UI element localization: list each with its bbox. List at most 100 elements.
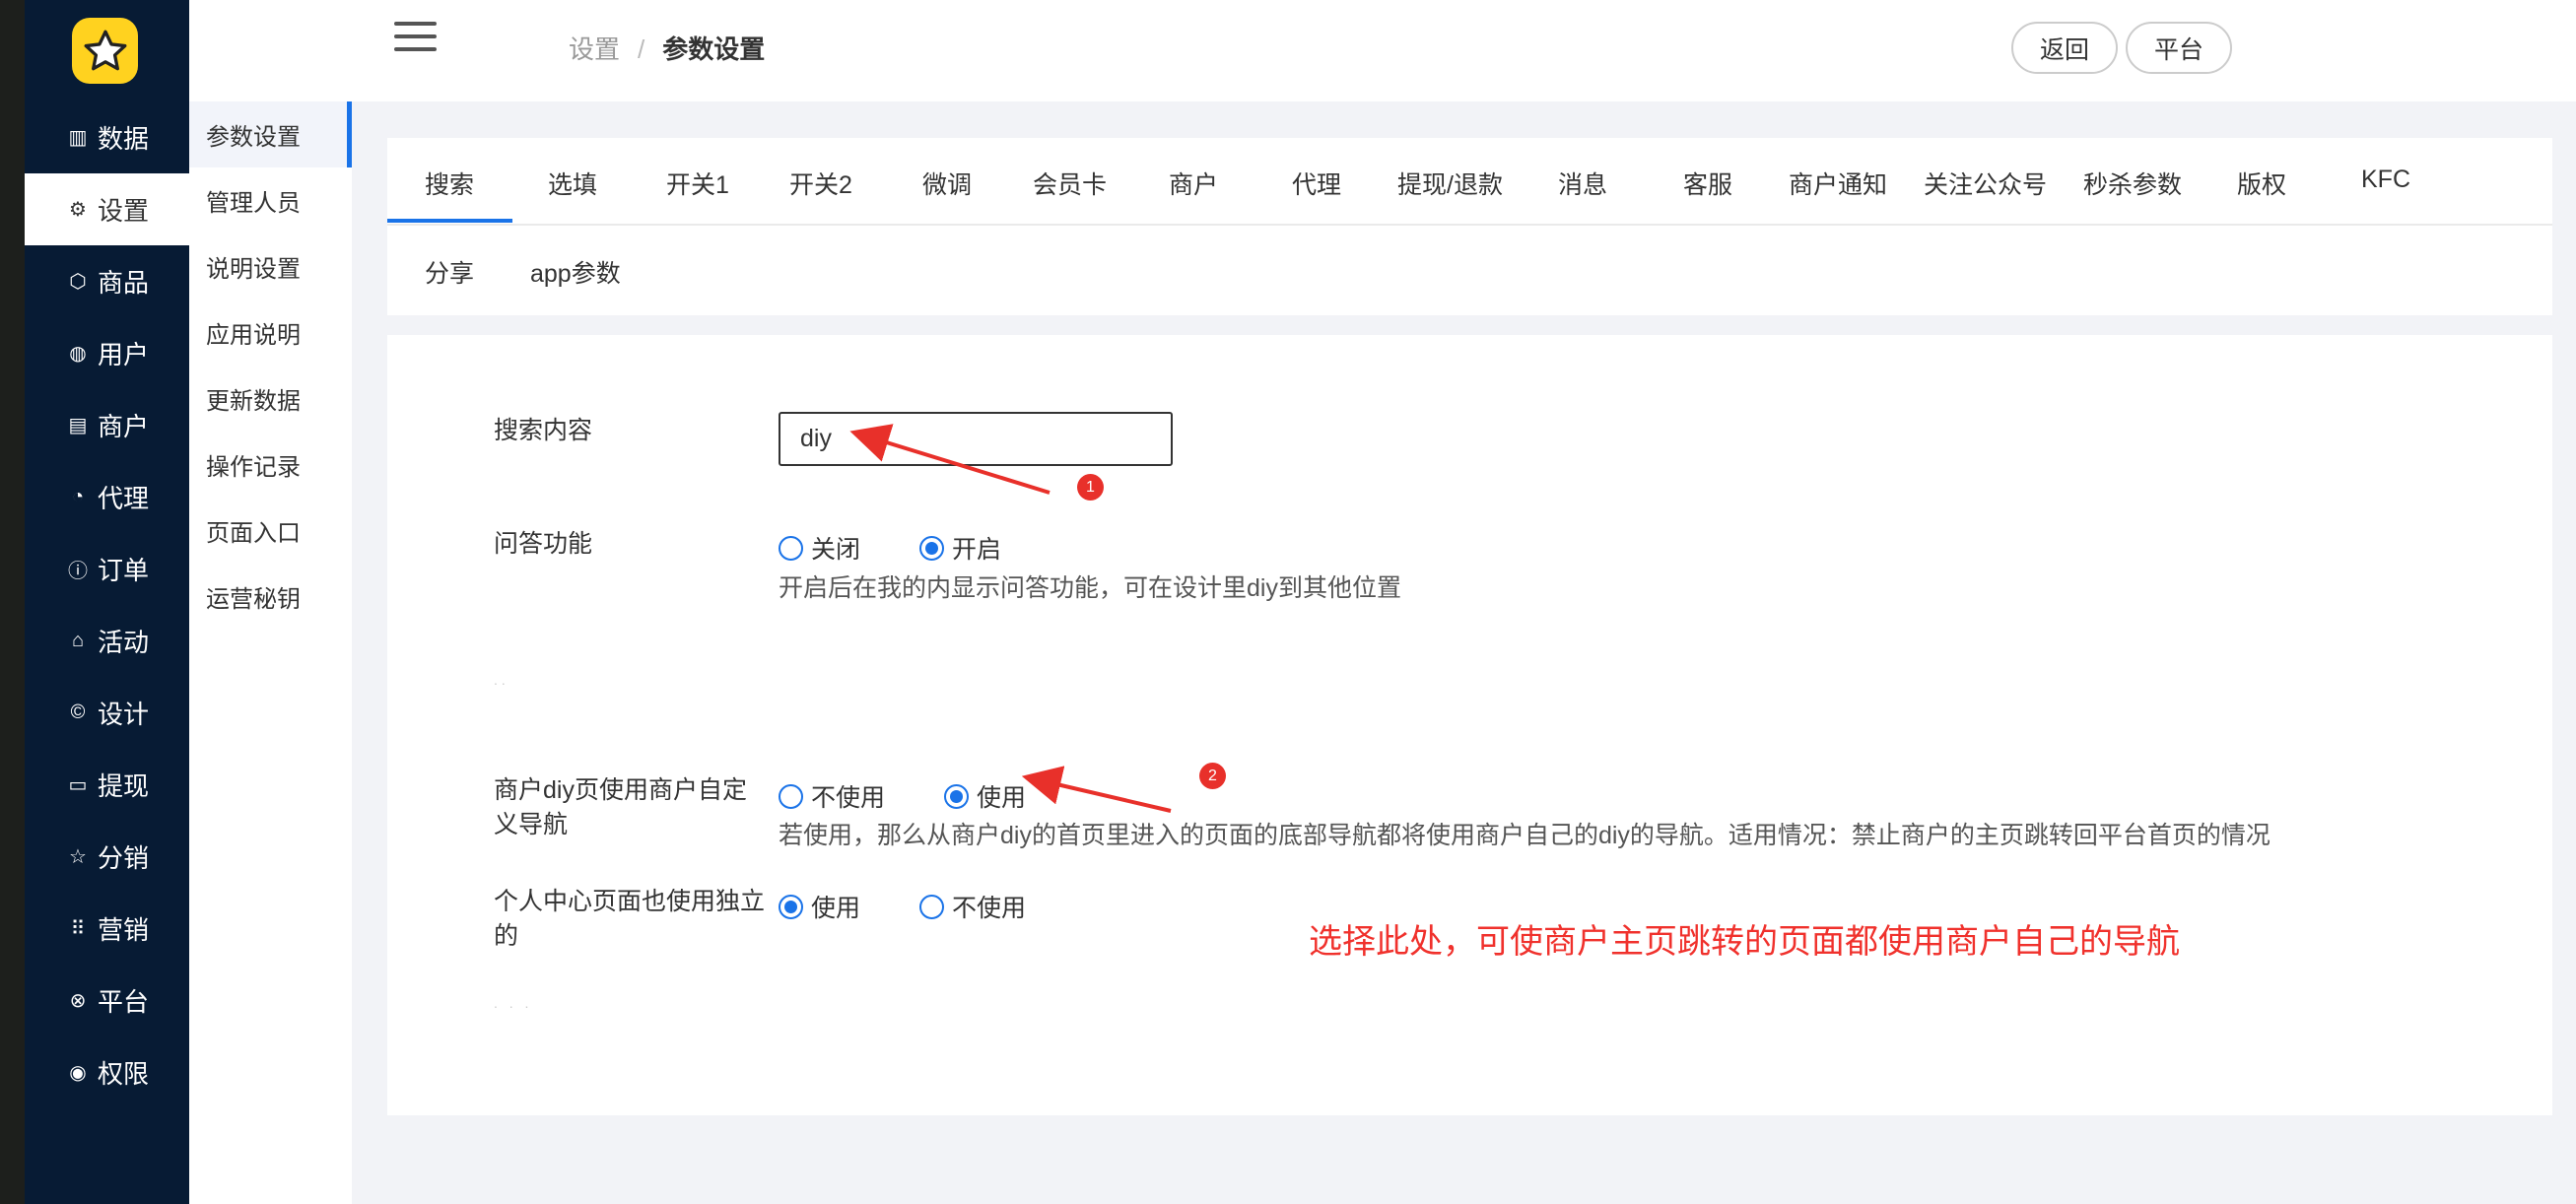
tab-fine-tune[interactable]: 微调 xyxy=(922,166,972,201)
sidebar-item-label: 提现 xyxy=(98,771,150,801)
window-edge xyxy=(0,0,25,1204)
radio-checked-icon xyxy=(944,783,969,809)
subnav-item-update-data[interactable]: 更新数据 xyxy=(189,366,352,432)
tab-withdraw-refund[interactable]: 提现/退款 xyxy=(1397,166,1503,201)
sidebar-item-agent[interactable]: ◔ 代理 xyxy=(25,461,189,533)
sidebar-item-goods[interactable]: ⬡ 商品 xyxy=(25,245,189,317)
copyright-icon: © xyxy=(70,702,86,723)
tab-merchant-notice[interactable]: 商户通知 xyxy=(1789,166,1887,201)
tab-customer-service[interactable]: 客服 xyxy=(1683,166,1732,201)
breadcrumb-separator: / xyxy=(638,34,645,64)
sidebar-item-label: 设置 xyxy=(98,196,150,226)
top-bar: 设置 / 参数设置 返回 平台 xyxy=(352,0,2576,101)
subnav-item-params[interactable]: 参数设置 xyxy=(189,101,352,167)
merchant-nav-label: 商户diy页使用商户自定义导航 xyxy=(494,776,747,838)
sidebar-item-orders[interactable]: ⓘ 订单 xyxy=(25,533,189,605)
tab-agent[interactable]: 代理 xyxy=(1292,166,1341,201)
merchant-nav-on-radio[interactable]: 使用 xyxy=(944,778,1026,814)
sidebar-item-merchant[interactable]: ▤ 商户 xyxy=(25,389,189,461)
platform-button[interactable]: 平台 xyxy=(2126,22,2233,74)
tag-icon: ⌂ xyxy=(71,630,85,651)
radio-unchecked-icon xyxy=(779,783,803,809)
tab-kfc[interactable]: KFC xyxy=(2361,166,2410,194)
radio-checked-icon xyxy=(919,535,944,561)
sidebar-item-platform[interactable]: ⊗ 平台 xyxy=(25,965,189,1037)
sidebar-item-distribution[interactable]: ☆ 分销 xyxy=(25,821,189,893)
compass-icon: ◉ xyxy=(69,1062,87,1084)
box-icon: ⬡ xyxy=(69,271,87,293)
qa-on-radio[interactable]: 开启 xyxy=(919,530,1001,566)
app-logo xyxy=(72,18,138,84)
sidebar-item-label: 用户 xyxy=(98,340,150,369)
subnav-item-page-entry[interactable]: 页面入口 xyxy=(189,498,352,564)
sidebar-item-users[interactable]: ◍ 用户 xyxy=(25,317,189,389)
tab-follow-account[interactable]: 关注公众号 xyxy=(1924,166,2047,201)
tab-flash-sale[interactable]: 秒杀参数 xyxy=(2083,166,2182,201)
merchant-nav-hint: 若使用，那么从商户diy的首页里进入的页面的底部导航都将使用商户自己的diy的导… xyxy=(779,822,2271,849)
active-tab-indicator xyxy=(387,219,512,223)
merchant-nav-off-radio[interactable]: 不使用 xyxy=(779,778,885,814)
annotation-marker-2: 2 xyxy=(1199,763,1226,789)
settings-tabs: 搜索 选填 开关1 开关2 微调 会员卡 商户 代理 提现/退款 消息 客服 商… xyxy=(387,138,2552,315)
breadcrumb-current: 参数设置 xyxy=(662,34,766,64)
qa-feature-label: 问答功能 xyxy=(494,530,593,558)
tab-messages[interactable]: 消息 xyxy=(1558,166,1607,201)
sidebar-item-label: 活动 xyxy=(98,628,150,657)
main-sidebar: ▥ 数据 ⚙ 设置 ⬡ 商品 ◍ 用户 ▤ 商户 ◔ 代理 ⓘ 订单 ⌂ 活动 © 设计 ▭ 提现 … xyxy=(25,0,189,1204)
sidebar-item-activity[interactable]: ⌂ 活动 xyxy=(25,605,189,677)
sidebar-item-label: 营销 xyxy=(98,915,150,945)
faint-dots: . . . xyxy=(494,995,533,1011)
menu-toggle-icon[interactable] xyxy=(394,22,437,53)
sidebar-item-label: 分销 xyxy=(98,843,150,873)
tab-switch-1[interactable]: 开关1 xyxy=(666,166,729,201)
subnav-item-logs[interactable]: 操作记录 xyxy=(189,432,352,498)
personal-center-on-radio[interactable]: 使用 xyxy=(779,889,860,924)
tab-optional[interactable]: 选填 xyxy=(548,166,597,201)
subnav-item-secret-key[interactable]: 运营秘钥 xyxy=(189,564,352,630)
settings-form: 搜索内容 问答功能 关闭 开启 开启后在我的内显示问答功能，可在设计里diy到其… xyxy=(387,335,2552,1115)
sidebar-item-label: 数据 xyxy=(98,124,150,154)
user-icon: ◍ xyxy=(69,343,87,365)
tab-copyright[interactable]: 版权 xyxy=(2237,166,2286,201)
qa-off-radio[interactable]: 关闭 xyxy=(779,530,860,566)
subnav-item-app-info[interactable]: 应用说明 xyxy=(189,300,352,366)
radio-label: 开启 xyxy=(952,536,1002,564)
qa-hint: 开启后在我的内显示问答功能，可在设计里diy到其他位置 xyxy=(779,574,1401,602)
sidebar-item-settings[interactable]: ⚙ 设置 xyxy=(25,173,189,245)
tab-merchant[interactable]: 商户 xyxy=(1169,166,1218,201)
tab-share[interactable]: 分享 xyxy=(425,254,474,290)
sidebar-item-withdraw[interactable]: ▭ 提现 xyxy=(25,749,189,821)
list-icon: ▤ xyxy=(68,415,88,436)
gear-icon: ⚙ xyxy=(69,199,87,221)
radio-label: 不使用 xyxy=(811,784,886,812)
sidebar-item-data[interactable]: ▥ 数据 xyxy=(25,101,189,173)
subnav-item-description[interactable]: 说明设置 xyxy=(189,234,352,300)
grid-icon: ⠿ xyxy=(70,918,86,940)
subnav-item-admins[interactable]: 管理人员 xyxy=(189,167,352,234)
star-logo-icon xyxy=(84,30,126,70)
card-icon: ▭ xyxy=(68,774,88,796)
search-content-input[interactable] xyxy=(779,412,1173,466)
personal-center-label: 个人中心页面也使用独立的 xyxy=(494,888,766,950)
breadcrumb-parent[interactable]: 设置 xyxy=(569,34,620,64)
sidebar-item-label: 权限 xyxy=(98,1059,150,1089)
clock-icon: ◔ xyxy=(71,486,85,507)
annotation-marker-1: 1 xyxy=(1077,474,1104,501)
search-content-label: 搜索内容 xyxy=(494,417,593,444)
radio-unchecked-icon xyxy=(919,894,944,919)
radio-label: 不使用 xyxy=(952,895,1027,922)
sidebar-item-permissions[interactable]: ◉ 权限 xyxy=(25,1037,189,1108)
tab-app-params[interactable]: app参数 xyxy=(530,254,621,290)
back-button[interactable]: 返回 xyxy=(2011,22,2119,74)
radio-unchecked-icon xyxy=(779,535,803,561)
sidebar-item-marketing[interactable]: ⠿ 营销 xyxy=(25,893,189,965)
tab-search[interactable]: 搜索 xyxy=(425,166,474,201)
sidebar-item-design[interactable]: © 设计 xyxy=(25,677,189,749)
tab-member-card[interactable]: 会员卡 xyxy=(1033,166,1107,201)
tab-switch-2[interactable]: 开关2 xyxy=(789,166,852,201)
sidebar-item-label: 代理 xyxy=(98,484,150,513)
chart-icon: ▥ xyxy=(68,127,88,149)
personal-center-off-radio[interactable]: 不使用 xyxy=(919,889,1026,924)
radio-label: 使用 xyxy=(977,784,1027,812)
sidebar-item-label: 设计 xyxy=(98,700,150,729)
